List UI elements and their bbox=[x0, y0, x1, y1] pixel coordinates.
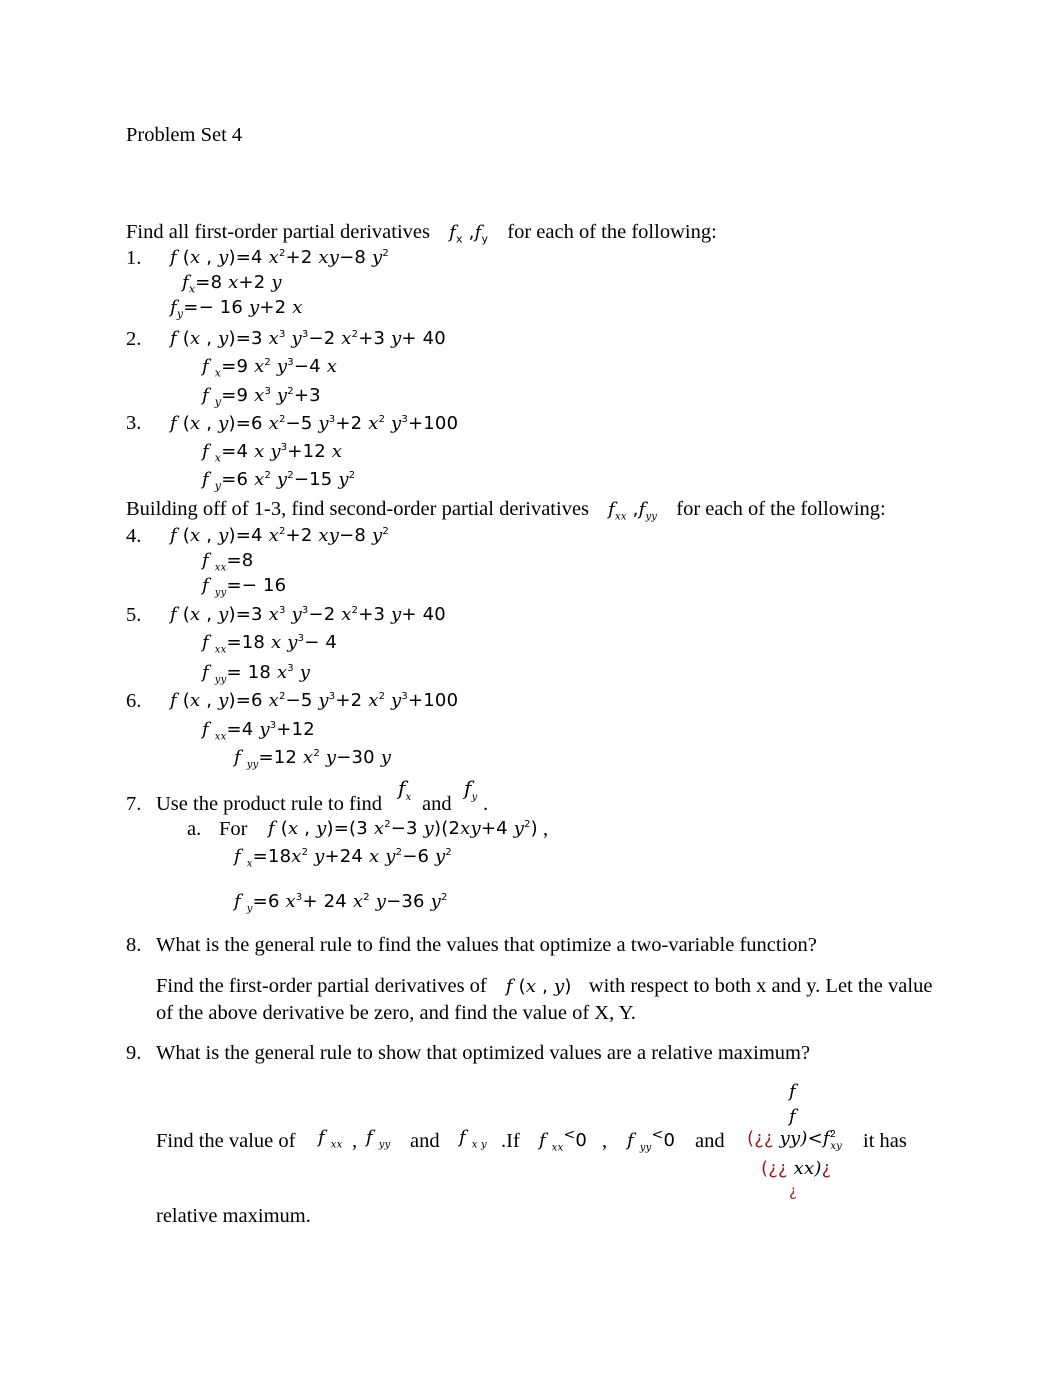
problem-2-fx: f x=9 x2 y3−4 x bbox=[202, 356, 338, 380]
q8-answer-tail: with respect to both x and y. Let the va… bbox=[588, 975, 933, 997]
section1-intro-text: Find all first-order partial derivatives bbox=[126, 221, 430, 243]
problem-6-fxx: f xx=4 y3+12 bbox=[202, 719, 315, 743]
problem-1-function: f (x , y)=4 x2+2 xy−8 y2 bbox=[170, 247, 389, 268]
q7a-fy: f y=6 x3+ 24 x2 y−36 y2 bbox=[234, 891, 448, 915]
q9-question: What is the general rule to show that op… bbox=[156, 1042, 811, 1064]
q9-formula-f2: f bbox=[789, 1106, 796, 1127]
q9-answer-tail: it has bbox=[863, 1130, 907, 1152]
q7-fy-symbol: fy bbox=[464, 776, 478, 803]
section2-intro-symbols: fxx ,fyy bbox=[608, 499, 658, 523]
problem-6-function: f (x , y)=6 x2−5 y3+2 x2 y3+100 bbox=[170, 690, 459, 711]
q9-cond-fyy: f yy<0 bbox=[627, 1127, 676, 1154]
problem-3-function: f (x , y)=6 x2−5 y3+2 x2 y3+100 bbox=[170, 413, 459, 434]
problem-1-number: 1. bbox=[126, 247, 142, 269]
q9-answer-text: Find the value of bbox=[156, 1130, 296, 1152]
problem-2-function: f (x , y)=3 x3 y3−2 x2+3 y+ 40 bbox=[170, 328, 446, 349]
problem-4-function: f (x , y)=4 x2+2 xy−8 y2 bbox=[170, 525, 389, 546]
problem-2-fy: f y=9 x3 y2+3 bbox=[202, 385, 321, 409]
q8-answer-symbol: f (x , y) bbox=[505, 976, 572, 997]
section2-intro-tail: for each of the following: bbox=[676, 498, 886, 520]
problem-6-fyy: f yy=12 x2 y−30 y bbox=[234, 747, 392, 771]
q9-and1: and bbox=[410, 1130, 440, 1152]
q9-formula-line4: (¿¿ xx)¿ bbox=[761, 1158, 832, 1179]
page-title: Problem Set 4 bbox=[126, 124, 243, 146]
section1-intro: Find all first-order partial derivatives… bbox=[126, 221, 717, 246]
q7a-fx: f x=18x2 y+24 x y2−6 y2 bbox=[234, 846, 452, 870]
q9-fyy-symbol: f yy bbox=[366, 1127, 391, 1151]
q7-number: 7. bbox=[126, 793, 142, 815]
q8-answer-line1: Find the first-order partial derivatives… bbox=[156, 975, 932, 998]
problem-2-number: 2. bbox=[126, 328, 142, 350]
q7-and: and bbox=[422, 793, 452, 815]
problem-6-number: 6. bbox=[126, 690, 142, 712]
q7-fx-symbol: fx bbox=[398, 776, 412, 803]
section2-intro: Building off of 1-3, find second-order p… bbox=[126, 498, 886, 523]
q8-question: What is the general rule to find the val… bbox=[156, 934, 817, 956]
q7a-function: f (x , y)=(3 x2−3 y)(2xy+4 y2) bbox=[268, 818, 538, 839]
problem-5-fyy: f yy= 18 x3 y bbox=[202, 662, 311, 686]
q7a-for: For bbox=[219, 818, 248, 840]
q9-and2: and bbox=[695, 1130, 725, 1152]
problem-5-fxx: f xx=18 x y3− 4 bbox=[202, 632, 338, 656]
problem-1-fx: fx=8 x+2 y bbox=[182, 272, 282, 296]
problem-3-fy: f y=6 x2 y2−15 y2 bbox=[202, 469, 356, 493]
q9-answer-line2: relative maximum. bbox=[156, 1205, 311, 1227]
q9-comma1: , bbox=[352, 1130, 358, 1152]
q8-number: 8. bbox=[126, 934, 142, 956]
problem-5-function: f (x , y)=3 x3 y3−2 x2+3 y+ 40 bbox=[170, 604, 446, 625]
problem-4-number: 4. bbox=[126, 525, 142, 547]
q9-formula-f1: f bbox=[789, 1081, 796, 1102]
problem-3-fx: f x=4 x y3+12 x bbox=[202, 441, 343, 465]
problem-4-fyy: f yy=− 16 bbox=[202, 575, 287, 599]
q7a-label: a. bbox=[187, 818, 202, 840]
section2-intro-text: Building off of 1-3, find second-order p… bbox=[126, 498, 590, 520]
q9-formula-line5: ¿ bbox=[789, 1182, 798, 1200]
problem-5-number: 5. bbox=[126, 604, 142, 626]
q7-text: Use the product rule to find bbox=[156, 793, 383, 815]
section1-intro-symbols: fx ,fy bbox=[449, 222, 489, 246]
problem-4-fxx: f xx=8 bbox=[202, 550, 254, 574]
q8-answer-line2: of the above derivative be zero, and fin… bbox=[156, 1002, 636, 1024]
q9-formula-line3: (¿¿ yy)<f2xy bbox=[747, 1128, 843, 1152]
problem-1-fy: fy=− 16 y+2 x bbox=[170, 297, 303, 321]
q9-fxx-symbol: f xx bbox=[318, 1127, 343, 1151]
q9-fxy-symbol: f x y bbox=[459, 1127, 487, 1151]
problem-3-number: 3. bbox=[126, 412, 142, 434]
section1-intro-tail: for each of the following: bbox=[507, 221, 717, 243]
q9-comma2: , bbox=[602, 1130, 608, 1152]
q8-answer-text: Find the first-order partial derivatives… bbox=[156, 975, 487, 997]
q9-number: 9. bbox=[126, 1042, 142, 1064]
q9-if: .If bbox=[501, 1130, 520, 1152]
q9-cond-fxx: f xx<0 bbox=[539, 1127, 588, 1154]
q7-period: . bbox=[483, 793, 489, 815]
q7a-comma: , bbox=[543, 818, 549, 840]
